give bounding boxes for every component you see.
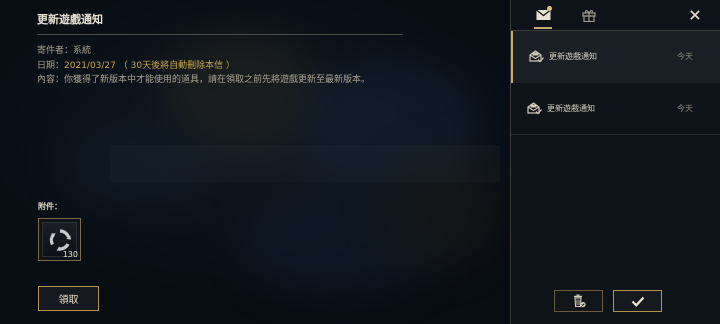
mail-date-value: 2021/03/27 （ 30天後將自動刪除本信 ） bbox=[64, 61, 235, 71]
mail-list-item[interactable]: 更新遊戲通知 今天 bbox=[511, 31, 720, 83]
notification-dot bbox=[547, 6, 552, 11]
mail-date-label: 日期： bbox=[37, 61, 65, 71]
mail-list-panel: 更新遊戲通知 今天 更新遊戲通知 今天 bbox=[510, 0, 720, 324]
close-button[interactable] bbox=[683, 0, 707, 30]
mail-read-icon bbox=[529, 50, 544, 63]
mail-body: 內容：你獲得了新版本中才能使用的道具，請在領取之前先將遊戲更新至最新版本。 bbox=[37, 75, 371, 85]
mail-detail: 更新遊戲通知 寄件者：系統 日期：2021/03/27 （ 30天後將自動刪除本… bbox=[0, 0, 510, 324]
trash-icon bbox=[573, 294, 586, 308]
mail-item-title: 更新遊戲通知 bbox=[547, 104, 595, 113]
mail-item-date: 今天 bbox=[677, 52, 693, 61]
mail-title: 更新遊戲通知 bbox=[37, 13, 103, 26]
panel-tabs bbox=[511, 0, 720, 31]
mail-list-item[interactable]: 更新遊戲通知 今天 bbox=[511, 83, 720, 135]
confirm-button[interactable] bbox=[613, 290, 662, 312]
tab-mail[interactable] bbox=[525, 0, 561, 30]
mail-date: 日期：2021/03/27 （ 30天後將自動刪除本信 ） bbox=[37, 60, 235, 73]
claim-button[interactable]: 領取 bbox=[38, 286, 99, 311]
gift-icon bbox=[582, 9, 596, 22]
tab-gift[interactable] bbox=[571, 0, 607, 30]
delete-read-button[interactable] bbox=[554, 290, 603, 312]
attachment-item[interactable]: 130 bbox=[38, 218, 81, 261]
mail-sender: 寄件者：系統 bbox=[37, 46, 92, 56]
close-icon bbox=[690, 10, 700, 20]
attachments-label: 附件： bbox=[38, 202, 62, 211]
check-icon bbox=[631, 296, 644, 307]
mail-item-title: 更新遊戲通知 bbox=[549, 52, 597, 61]
mail-item-date: 今天 bbox=[677, 104, 693, 113]
attachment-quantity: 130 bbox=[62, 250, 78, 259]
mail-read-icon bbox=[527, 102, 542, 115]
title-divider bbox=[37, 34, 403, 35]
